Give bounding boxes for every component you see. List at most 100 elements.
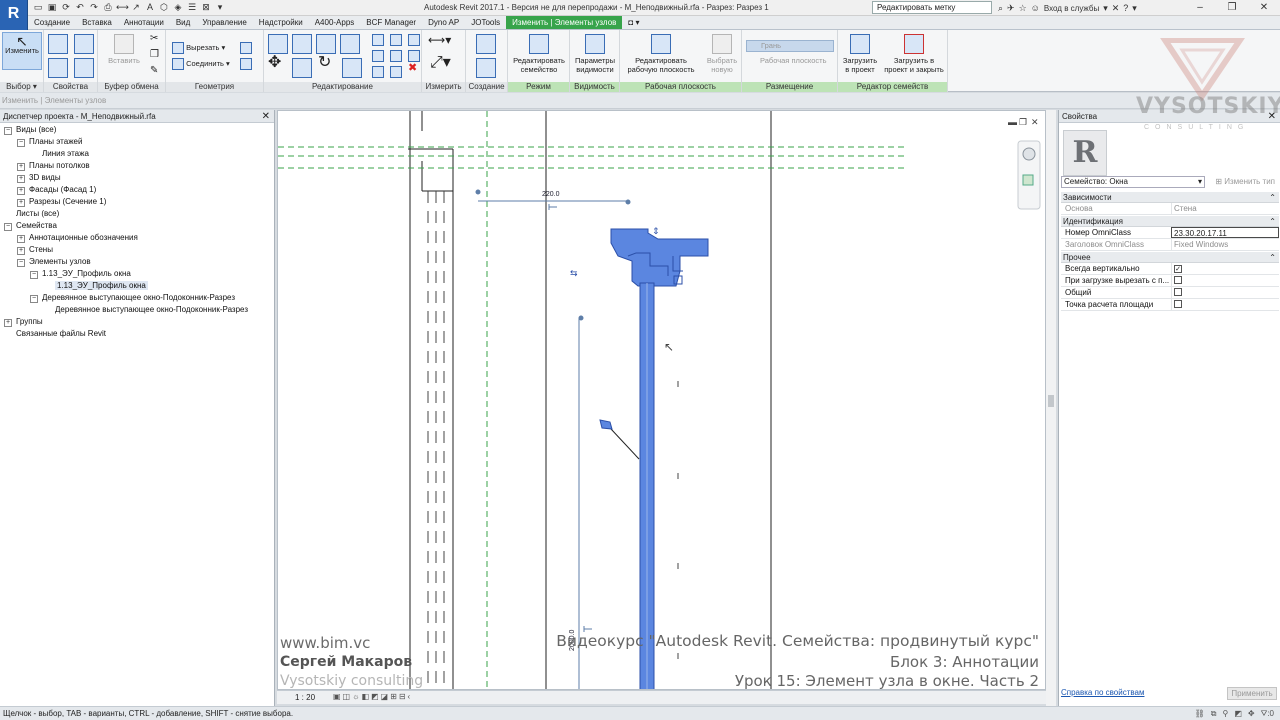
array-button[interactable] — [372, 50, 384, 64]
expand-icon[interactable]: + — [4, 319, 12, 327]
prop-group-other[interactable]: Прочее ⌃ — [1061, 252, 1279, 263]
trim-multi-button[interactable] — [372, 66, 384, 80]
mirror-axis-button[interactable] — [316, 34, 336, 56]
app-menu-button[interactable]: R — [0, 0, 28, 30]
collapse-icon[interactable]: − — [17, 139, 25, 147]
edit-family-button[interactable]: Редактировать семейство — [510, 34, 568, 74]
tree-item[interactable]: Деревянное выступающее окно-Подоконник-Р… — [43, 304, 248, 316]
expand-icon[interactable]: + — [17, 163, 25, 171]
place-on-workplane-button[interactable]: Рабочая плоскость — [746, 56, 834, 65]
thin-lines-icon[interactable]: ☰ — [186, 2, 198, 13]
tree-item[interactable]: − Планы этажей — [17, 136, 82, 148]
ribbon-tab[interactable]: JOTools — [465, 16, 506, 29]
subscription-icon[interactable]: ✈ — [1007, 3, 1015, 14]
tree-item[interactable]: + Группы — [4, 316, 43, 328]
collapse-icon[interactable]: − — [30, 295, 38, 303]
switch-windows-icon[interactable]: ▾ — [214, 2, 226, 13]
create-group-button[interactable] — [476, 58, 496, 80]
tree-item[interactable]: − Виды (все) — [4, 124, 56, 136]
visibility-settings-button[interactable]: Параметры видимости — [572, 34, 618, 74]
match-type-icon[interactable]: ✎ — [150, 66, 158, 76]
close-views-icon[interactable]: ⊠ — [200, 2, 212, 13]
tree-item[interactable]: − Деревянное выступающее окно-Подоконник-… — [30, 292, 235, 304]
aligned-dimension-icon[interactable]: ⤢▾ — [430, 55, 451, 71]
tree-item[interactable]: + Аннотационные обозначения — [17, 232, 138, 244]
expand-icon[interactable]: + — [17, 175, 25, 183]
ribbon-tab[interactable]: Управление — [196, 16, 252, 29]
expand-icon[interactable]: + — [17, 199, 25, 207]
type-selector[interactable]: Семейство: Окна ▾ — [1061, 176, 1205, 188]
tree-item[interactable]: − Семейства — [4, 220, 57, 232]
edit-workplane-button[interactable]: Редактировать рабочую плоскость — [622, 34, 700, 74]
scale-button[interactable] — [390, 50, 402, 64]
prop-group-constraints[interactable]: Зависимости ⌃ — [1061, 192, 1279, 203]
edit-type-button[interactable]: ⊞ Изменить тип — [1209, 175, 1279, 188]
view-scale[interactable]: 1 : 20 — [295, 693, 315, 702]
properties-button[interactable] — [48, 34, 68, 56]
open-icon[interactable]: ▭ — [32, 2, 44, 13]
offset-button[interactable] — [292, 34, 312, 56]
collapse-icon[interactable]: − — [30, 271, 38, 279]
save-icon[interactable]: ▣ — [46, 2, 58, 13]
ribbon-tab[interactable]: Вид — [170, 16, 196, 29]
ribbon-tab[interactable]: Надстройки — [253, 16, 309, 29]
chevron-down-icon[interactable]: ▾ — [1132, 3, 1137, 14]
tree-item[interactable]: −1.13_ЭУ_Профиль окна — [30, 268, 131, 280]
collapse-icon[interactable]: − — [4, 127, 12, 135]
print-icon[interactable]: ⎙ — [102, 2, 114, 13]
close-icon[interactable]: ✕ — [1248, 0, 1280, 16]
collapse-icon[interactable]: − — [17, 259, 25, 267]
align-button[interactable] — [268, 34, 288, 56]
shared-checkbox[interactable] — [1174, 288, 1182, 296]
select-pinned-icon[interactable]: ⚲ — [1222, 709, 1228, 719]
restore-icon[interactable]: ❐ — [1216, 0, 1248, 16]
extend-button[interactable] — [390, 66, 402, 80]
rotate-icon[interactable]: ↻ — [318, 55, 331, 71]
tree-item[interactable]: + Планы потолков — [17, 160, 90, 172]
filter-icon[interactable]: ⛛:0 — [1261, 709, 1274, 719]
tree-item[interactable]: Связанные файлы Revit — [4, 328, 106, 340]
search-input[interactable]: Редактировать метку — [872, 1, 992, 14]
chevron-down-icon[interactable]: ▾ — [1103, 3, 1108, 14]
expand-icon[interactable]: + — [17, 247, 25, 255]
place-on-face-button[interactable]: Грань — [746, 40, 834, 52]
paste-button[interactable]: Вставить — [106, 34, 142, 65]
minimize-icon[interactable]: – — [1184, 0, 1216, 16]
ribbon-tab[interactable]: Аннотации — [118, 16, 170, 29]
move-icon[interactable]: ✥ — [268, 55, 281, 71]
cut-on-load-checkbox[interactable] — [1174, 276, 1182, 284]
expand-icon[interactable]: + — [17, 235, 25, 243]
ribbon-tab[interactable]: ◘ ▾ — [622, 16, 645, 29]
tree-item[interactable]: Листы (все) — [4, 208, 59, 220]
view-control-icons[interactable]: ▣◫☼◧◩◪⊞⊟‹ — [333, 692, 412, 701]
delete-icon[interactable]: ✖ — [408, 63, 417, 74]
pin-button[interactable] — [408, 34, 420, 48]
split-gap-button[interactable] — [390, 34, 402, 48]
room-calc-checkbox[interactable] — [1174, 300, 1182, 308]
select-underlay-icon[interactable]: ⧉ — [1211, 709, 1217, 719]
wall-joins-button[interactable] — [240, 42, 252, 56]
ribbon-tab[interactable]: Изменить | Элементы узлов — [506, 16, 623, 29]
modify-button[interactable]: ↖ Изменить — [2, 32, 42, 70]
pick-new-host-button[interactable]: Выбрать новую — [704, 34, 740, 74]
text-icon[interactable]: A — [144, 2, 156, 13]
select-links-icon[interactable]: ⛓ — [1195, 709, 1205, 719]
select-by-face-icon[interactable]: ◩ — [1234, 709, 1242, 719]
scrollbar-thumb[interactable] — [1048, 395, 1054, 407]
copy-element-button[interactable] — [292, 58, 312, 80]
ribbon-tab[interactable]: Dyno AP — [422, 16, 465, 29]
expand-icon[interactable]: + — [17, 187, 25, 195]
join-geometry-button[interactable]: Соединить ▾ — [172, 58, 230, 70]
dimension-icon[interactable]: ↗ — [130, 2, 142, 13]
trim-button[interactable] — [342, 58, 362, 80]
copy-icon[interactable]: ❐ — [150, 50, 159, 60]
collapse-icon[interactable]: − — [4, 223, 12, 231]
ribbon-tab[interactable]: Создание — [28, 16, 76, 29]
family-category-button[interactable] — [74, 58, 94, 80]
ribbon-tab[interactable]: BCF Manager — [360, 16, 422, 29]
tree-item[interactable]: 1.13_ЭУ_Профиль окна — [43, 280, 148, 292]
cut-geometry-button[interactable]: Вырезать ▾ — [172, 42, 225, 54]
tree-item[interactable]: + Стены — [17, 244, 53, 256]
create-similar-button[interactable] — [476, 34, 496, 56]
properties-help-link[interactable]: Справка по свойствам — [1061, 688, 1144, 697]
